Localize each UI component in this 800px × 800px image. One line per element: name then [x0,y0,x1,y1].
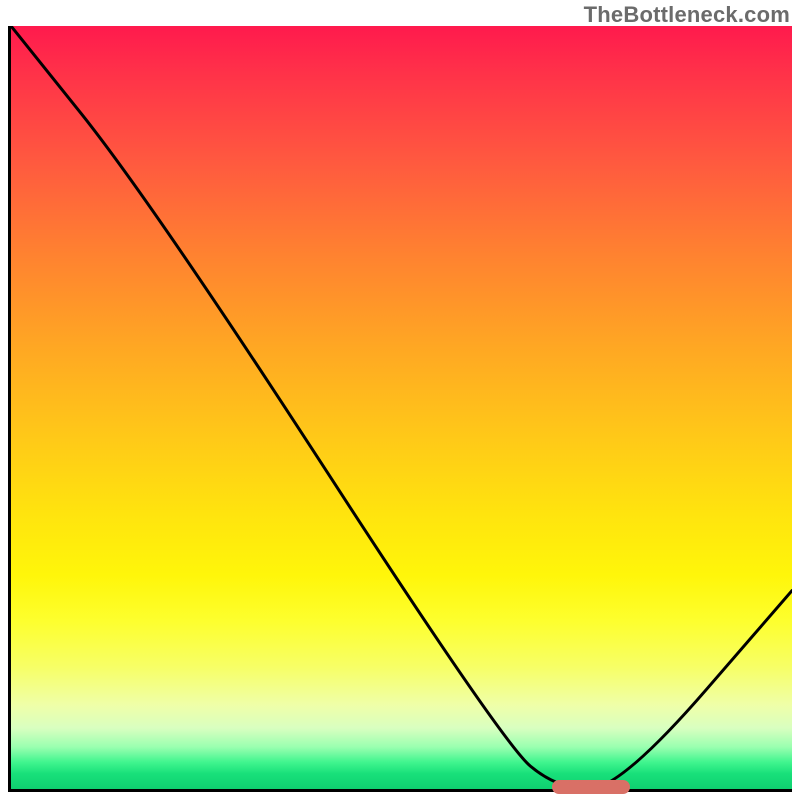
optimal-range-marker [552,780,630,794]
watermark-text: TheBottleneck.com [584,2,790,28]
curve-svg [11,26,792,789]
plot-area [8,26,792,792]
bottleneck-curve-path [11,26,792,789]
